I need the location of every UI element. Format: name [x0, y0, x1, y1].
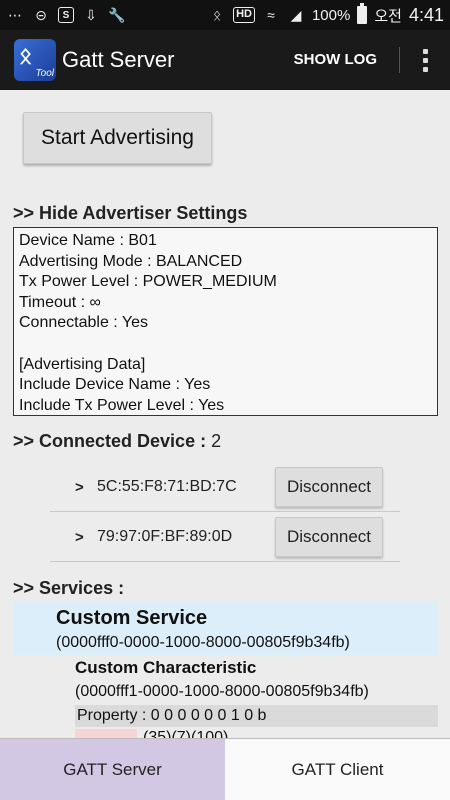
characteristic-name[interactable]: Custom Characteristic — [75, 658, 256, 678]
permission-values: (35)(7)(100) — [143, 729, 229, 738]
device-divider — [50, 561, 400, 562]
connected-device-label: >> Connected Device : — [13, 431, 207, 451]
device-row[interactable]: > 79:97:0F:BF:89:0D Disconnect — [50, 512, 400, 562]
tab-gatt-client[interactable]: GATT Client — [225, 739, 450, 800]
status-time: 4:41 — [408, 4, 444, 25]
device-arrow: > — [75, 528, 84, 546]
action-bar: ᛟ Tool Gatt Server SHOW LOG — [0, 30, 450, 90]
characteristic-uuid: (0000fff1-0000-1000-8000-00805f9b34fb) — [75, 683, 369, 700]
service-name: Custom Service — [56, 607, 208, 629]
battery-icon — [357, 3, 368, 24]
wrench-icon: 🔧 — [108, 6, 126, 23]
setting-advertising-data-header: [Advertising Data] — [19, 355, 146, 373]
app-logo-icon: ᛟ Tool — [14, 39, 56, 81]
wifi-icon: ≈ — [267, 7, 275, 23]
device-arrow: > — [75, 478, 84, 496]
overflow-menu-icon[interactable] — [400, 30, 450, 90]
s-app-icon: S — [58, 7, 74, 23]
setting-include-device-name: Include Device Name : Yes — [19, 376, 211, 394]
tab-gatt-server[interactable]: GATT Server — [0, 739, 225, 800]
services-title: >> Services : — [13, 578, 125, 598]
setting-spacer — [19, 334, 432, 355]
setting-device-name: Device Name : B01 — [19, 232, 157, 249]
overflow-notifications-icon: ⋯ — [8, 6, 22, 23]
characteristic-property: Property : 0 0 0 0 0 0 1 0 b — [75, 705, 438, 727]
device-row[interactable]: > 5C:55:F8:71:BD:7C Disconnect — [50, 462, 400, 512]
bluetooth-icon: ᛟ — [212, 7, 222, 23]
main-content[interactable]: Start Advertising >> Hide Advertiser Set… — [0, 90, 450, 738]
start-advertising-button[interactable]: Start Advertising — [23, 112, 212, 164]
connected-device-count: 2 — [211, 431, 222, 451]
do-not-disturb-icon: ⊝ — [35, 6, 47, 23]
disconnect-button[interactable]: Disconnect — [275, 517, 383, 557]
disconnect-button[interactable]: Disconnect — [275, 467, 383, 507]
device-address: 5C:55:F8:71:BD:7C — [97, 478, 237, 495]
status-bar: ⋯ ⊝ S ⇩ 🔧 ᛟ HD ≈ ◢ 100% 오전 4:41 — [0, 0, 450, 30]
connected-device-title: >> Connected Device : 2 — [13, 431, 221, 452]
permission-highlight — [75, 729, 137, 738]
download-icon: ⇩ — [85, 6, 97, 23]
characteristic-permission-row: (35)(7)(100) — [75, 729, 438, 738]
setting-tx-power: Tx Power Level : POWER_MEDIUM — [19, 273, 277, 291]
device-address: 79:97:0F:BF:89:0D — [97, 528, 233, 545]
battery-percent: 100% — [311, 6, 351, 24]
hide-advertiser-settings-toggle[interactable]: >> Hide Advertiser Settings — [13, 203, 247, 224]
service-uuid: (0000fff0-0000-1000-8000-00805f9b34fb) — [56, 634, 350, 651]
setting-include-tx-power: Include Tx Power Level : Yes — [19, 396, 225, 414]
signal-icon: ◢ — [290, 6, 302, 23]
setting-connectable: Connectable : Yes — [19, 314, 148, 332]
status-ampm: 오전 — [374, 7, 402, 25]
show-log-button[interactable]: SHOW LOG — [294, 30, 399, 90]
app-title: Gatt Server — [62, 47, 175, 72]
setting-advertising-mode: Advertising Mode : BALANCED — [19, 252, 243, 270]
hd-voice-icon: HD — [233, 7, 255, 23]
setting-timeout: Timeout : ∞ — [19, 293, 101, 311]
bottom-tab-bar: GATT Server GATT Client — [0, 738, 450, 800]
advertiser-settings-box: Device Name : B01 Advertising Mode : BAL… — [13, 227, 438, 416]
service-item[interactable]: Custom Service (0000fff0-0000-1000-8000-… — [13, 601, 438, 655]
